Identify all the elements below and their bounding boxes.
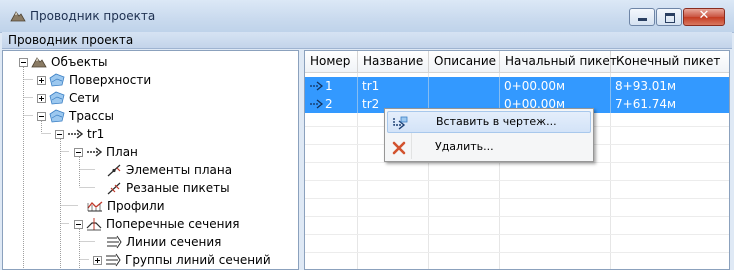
maximize-button[interactable] xyxy=(656,8,682,26)
tree-node-networks[interactable]: Сети xyxy=(37,89,100,107)
column-header-description[interactable]: Описание xyxy=(429,51,500,72)
tree-node-tr1[interactable]: tr1 xyxy=(55,125,104,143)
tree-node-profiles[interactable]: Профили xyxy=(87,197,165,215)
tree-node-cut-stations[interactable]: Резаные пикеты xyxy=(106,179,230,197)
panel-header: Проводник проекта xyxy=(2,32,732,49)
minimize-button[interactable] xyxy=(629,8,655,26)
network-icon xyxy=(49,91,65,105)
insert-drawing-icon xyxy=(393,116,408,130)
column-header-end-station[interactable]: Конечный пикет xyxy=(611,51,729,72)
cell-end-station: 8+93.01м xyxy=(615,79,677,93)
grid-line xyxy=(305,252,729,253)
grid-line xyxy=(305,180,729,181)
cross-sections-icon xyxy=(86,218,102,231)
cell-number: 2 xyxy=(323,95,358,113)
table-row[interactable]: 1 tr1 0+00.00м 8+93.01м xyxy=(305,77,729,95)
title-bar: Проводник проекта ✕ xyxy=(0,0,734,33)
column-header-number[interactable]: Номер xyxy=(305,51,358,72)
menu-item-delete[interactable]: Удалить... xyxy=(387,137,591,159)
collapse-toggle[interactable] xyxy=(55,129,64,139)
tree-node-objects[interactable]: Объекты xyxy=(19,53,107,71)
tree-node-surfaces[interactable]: Поверхности xyxy=(37,71,151,89)
tree-node-plan-elements[interactable]: Элементы плана xyxy=(106,161,232,179)
tree-node-cross-sections[interactable]: Поперечные сечения xyxy=(74,215,240,233)
tree-node-alignments[interactable]: Трассы xyxy=(37,107,114,125)
tree-node-section-lines[interactable]: Линии сечения xyxy=(106,233,221,251)
close-icon: ✕ xyxy=(698,8,710,23)
collapse-toggle[interactable] xyxy=(19,57,28,67)
context-menu: Вставить в чертеж... Удалить... xyxy=(384,108,594,162)
table-header: Номер Название Описание Начальный пикет … xyxy=(305,51,729,73)
alignment-icon xyxy=(310,81,323,91)
alignment-icon xyxy=(68,129,83,139)
objects-icon xyxy=(31,57,47,68)
window-title: Проводник проекта xyxy=(30,9,156,23)
column-header-name[interactable]: Название xyxy=(358,51,429,72)
tree-node-section-line-groups[interactable]: Группы линий сечений xyxy=(93,251,271,269)
grid-line xyxy=(305,162,729,163)
collapse-toggle[interactable] xyxy=(37,111,46,121)
cell-start-station: 0+00.00м xyxy=(502,77,611,95)
plan-icon xyxy=(87,147,102,157)
alignment-icon xyxy=(310,99,323,109)
alignment-folder-icon xyxy=(49,109,65,123)
grid-line xyxy=(305,198,729,199)
surface-icon xyxy=(49,73,65,87)
cell-name: tr1 xyxy=(360,77,429,95)
expand-toggle[interactable] xyxy=(37,75,46,85)
menu-item-insert-into-drawing[interactable]: Вставить в чертеж... xyxy=(387,111,591,133)
column-header-start-station[interactable]: Начальный пикет xyxy=(500,51,617,72)
delete-icon xyxy=(392,141,406,155)
project-tree[interactable]: Объекты Поверхности Сети Трассы tr1 План… xyxy=(2,50,299,270)
close-button[interactable]: ✕ xyxy=(683,8,725,26)
grid-line xyxy=(305,216,729,217)
collapse-toggle[interactable] xyxy=(74,147,83,157)
cell-end-station: 7+61.74м xyxy=(615,97,677,111)
cell-description xyxy=(429,77,500,95)
cell-number: 1 xyxy=(323,77,358,95)
expand-toggle[interactable] xyxy=(37,93,46,103)
panel-header-label: Проводник проекта xyxy=(8,33,134,47)
section-lines-icon xyxy=(107,235,122,249)
grid-line xyxy=(305,234,729,235)
collapse-toggle[interactable] xyxy=(74,219,83,229)
tree-node-plan[interactable]: План xyxy=(74,143,138,161)
profiles-icon xyxy=(87,201,103,212)
expand-toggle[interactable] xyxy=(93,255,102,265)
project-explorer-icon xyxy=(10,11,26,22)
plan-elements-icon xyxy=(107,164,121,177)
section-line-groups-icon xyxy=(106,253,121,267)
cut-stations-icon xyxy=(107,182,121,195)
